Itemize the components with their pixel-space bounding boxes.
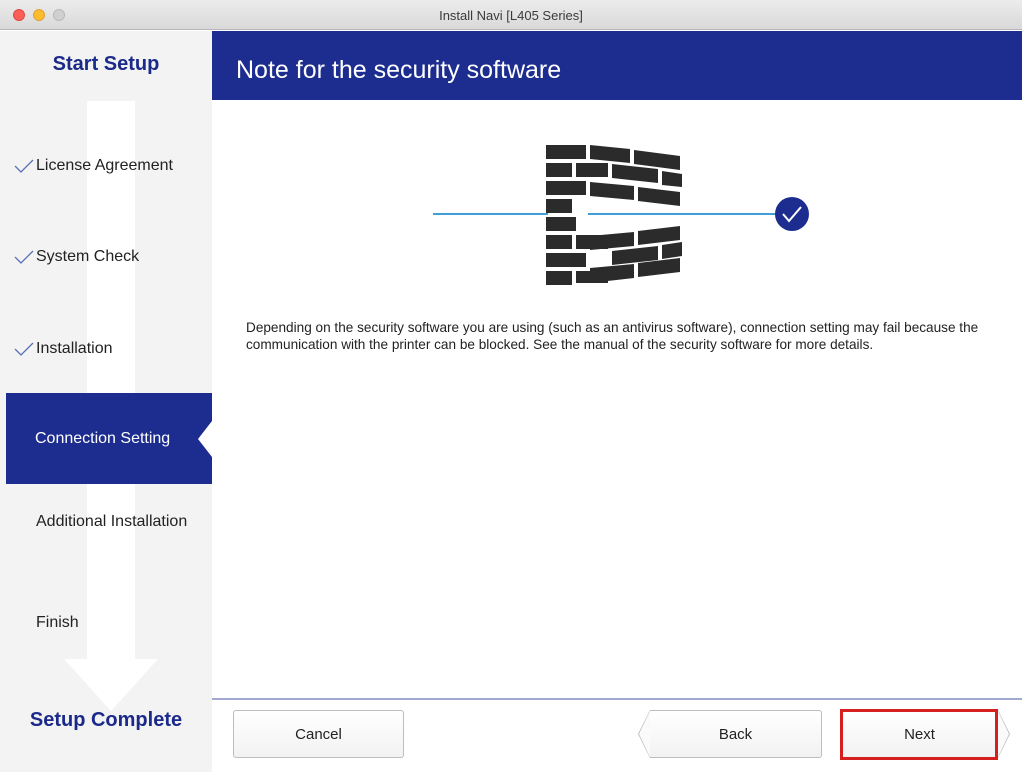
- step-label: License Agreement: [36, 157, 173, 174]
- next-button[interactable]: Next: [840, 710, 1010, 758]
- title-bar: Install Navi [L405 Series]: [0, 0, 1022, 30]
- step-label: Additional Installation: [36, 513, 188, 530]
- page-header: Note for the security software: [212, 31, 1022, 100]
- checkmark-icon: [14, 342, 34, 356]
- firewall-icon: [433, 145, 809, 285]
- step-label: Finish: [36, 614, 79, 631]
- footer-divider: [212, 698, 1022, 700]
- page-title: Note for the security software: [236, 56, 562, 84]
- step-label: Installation: [36, 340, 113, 357]
- window-title: Install Navi [L405 Series]: [439, 8, 583, 23]
- checkmark-icon: [14, 159, 34, 173]
- progress-arrow-head: [64, 659, 158, 711]
- start-setup-heading: Start Setup: [52, 53, 160, 75]
- step-label: Connection Setting: [35, 430, 171, 447]
- security-note-message: Depending on the security software you a…: [246, 320, 979, 352]
- back-button[interactable]: Back: [638, 710, 822, 758]
- progress-arrow-shaft: [87, 101, 135, 661]
- step-connection-setting: Connection Setting: [6, 393, 212, 484]
- step-label: System Check: [36, 248, 140, 265]
- cancel-button[interactable]: Cancel: [233, 710, 404, 758]
- checkmark-icon: [14, 250, 34, 264]
- current-step-indicator: [198, 421, 212, 457]
- setup-steps-sidebar: Start Setup License Agreement System Che…: [0, 31, 212, 772]
- setup-complete-heading: Setup Complete: [29, 709, 183, 731]
